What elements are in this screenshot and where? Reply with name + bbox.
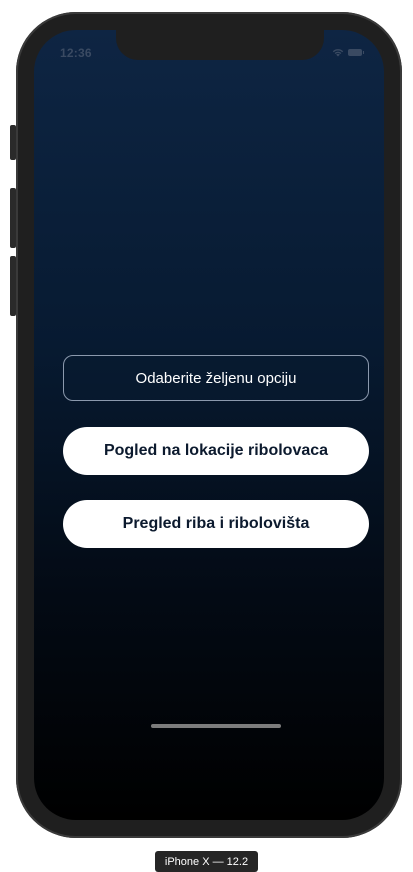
- notch: [116, 30, 324, 60]
- battery-icon: [348, 49, 364, 56]
- fisher-locations-button[interactable]: Pogled na lokacije ribolovaca: [63, 427, 369, 475]
- status-icons: [332, 48, 364, 57]
- prompt-label: Odaberite željenu opciju: [63, 355, 369, 401]
- wifi-icon: [332, 48, 344, 57]
- home-indicator[interactable]: [151, 724, 281, 728]
- simulator-window: 12:36 Odaberite željenu opciju Pogled na…: [0, 0, 413, 872]
- device-label: iPhone X — 12.2: [155, 851, 258, 872]
- status-time: 12:36: [60, 46, 92, 60]
- fish-and-fishing-spots-button[interactable]: Pregled riba i ribolovišta: [63, 500, 369, 548]
- app-screen: 12:36 Odaberite željenu opciju Pogled na…: [34, 30, 384, 820]
